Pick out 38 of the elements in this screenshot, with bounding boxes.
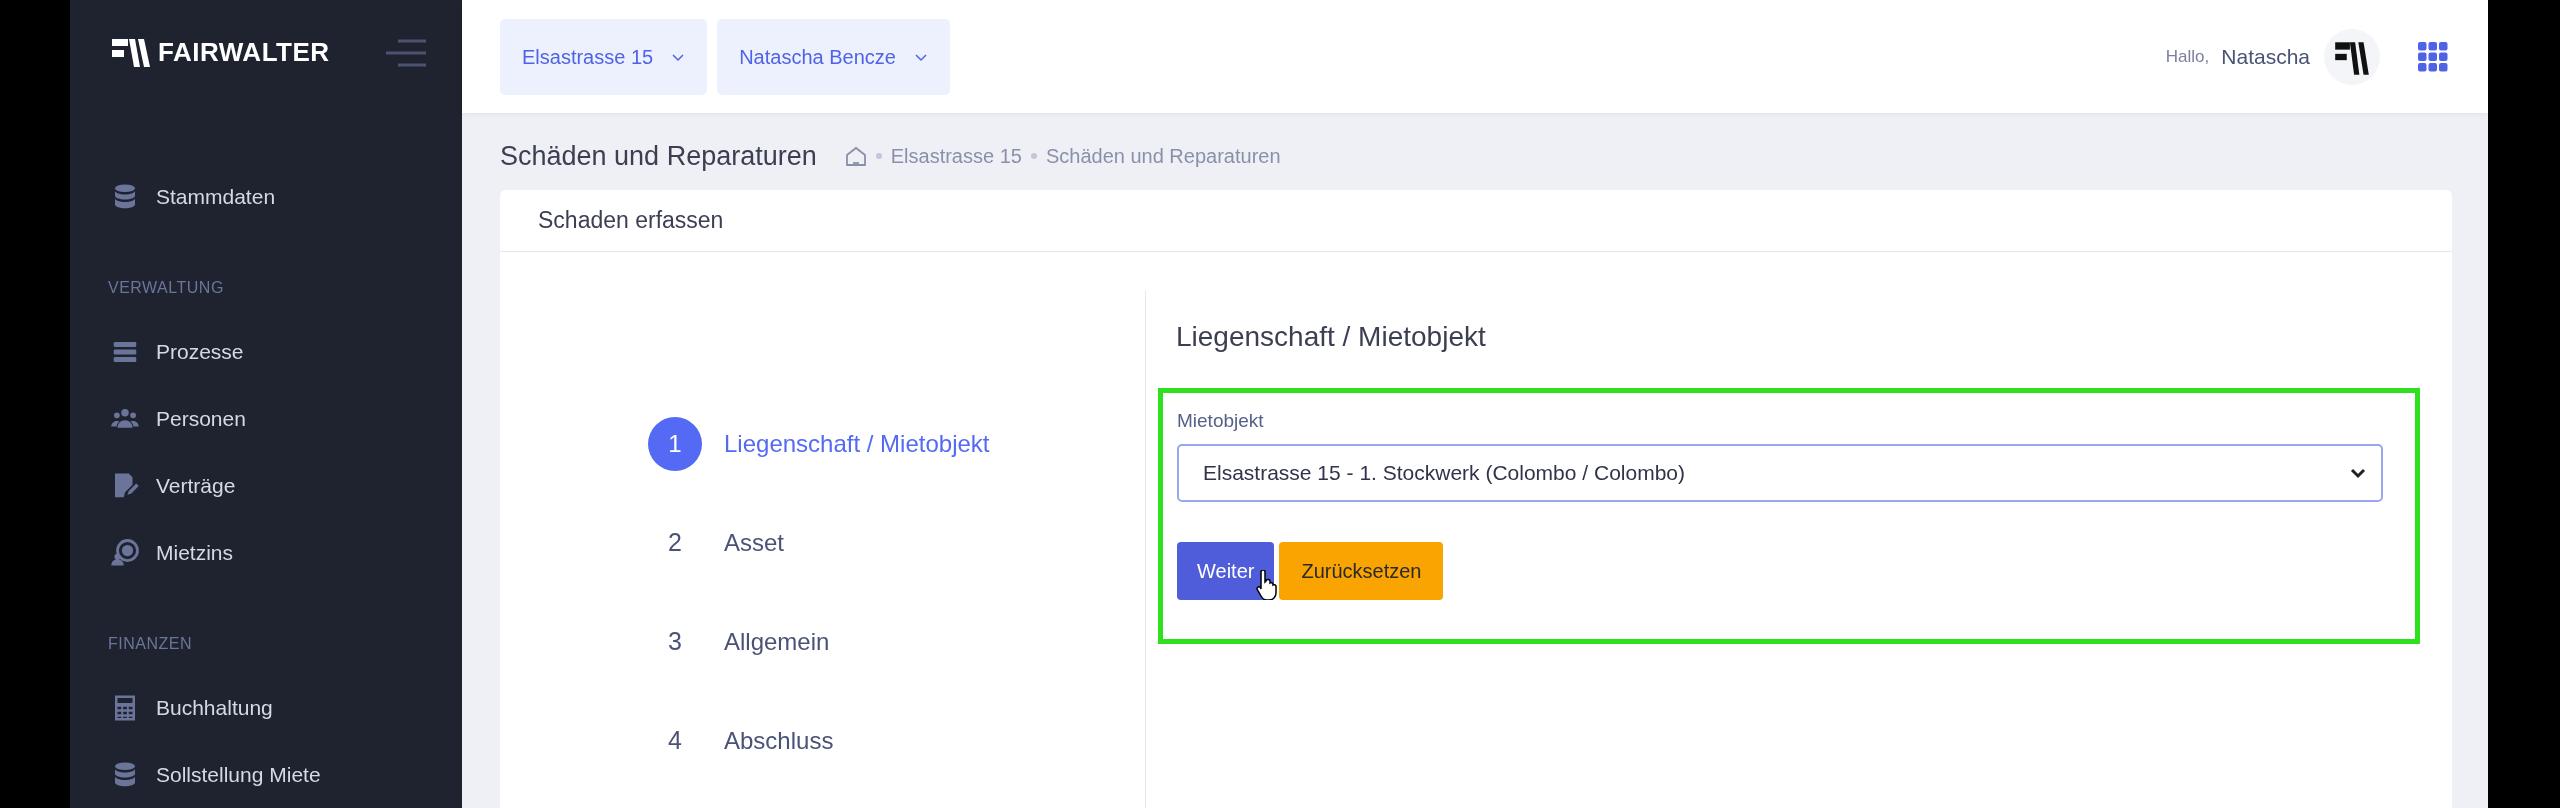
step-number: 2	[667, 526, 683, 558]
step-number: 3	[667, 625, 683, 657]
wizard-step[interactable]: 2 Asset	[648, 493, 1145, 592]
context-dropdown[interactable]: Natascha Bencze	[717, 18, 950, 95]
reset-button[interactable]: Zurücksetzen	[1279, 541, 1444, 600]
step-label: Liegenschaft / Mietobjekt	[724, 428, 990, 459]
sidebar-item[interactable]: Buchhaltung	[70, 674, 462, 741]
wizard-step[interactable]: 3 Allgemein	[648, 592, 1145, 691]
user-name: Natascha	[2221, 43, 2310, 70]
greeting-text: Hallo,	[2165, 45, 2210, 68]
sidebar-item[interactable]: Mietzins	[70, 519, 462, 586]
home-icon[interactable]	[844, 145, 867, 167]
step-label: Allgemein	[724, 626, 830, 657]
sidebar-item[interactable]: Verträge	[70, 452, 462, 519]
step-label: Abschluss	[724, 725, 834, 756]
logo-text: FAIRWALTER	[158, 36, 330, 69]
apps-grid-icon[interactable]	[2418, 41, 2448, 72]
section-heading: FINANZEN	[107, 634, 193, 654]
section-title: Liegenschaft / Mietobjekt	[1175, 320, 1487, 354]
select-field[interactable]: Elsastrasse 15 - 1. Stockwerk (Colombo / Colombo)	[1177, 443, 2383, 502]
hand-cursor-icon	[1255, 569, 1277, 600]
sidebar-item[interactable]: Sollstellung Miete	[70, 741, 462, 808]
step-number: 4	[667, 724, 683, 756]
section-heading: VERWALTUNG	[107, 278, 225, 298]
sidebar-item[interactable]: Personen	[70, 385, 462, 452]
page-title: Schäden und Reparaturen	[500, 139, 817, 173]
step-number: 1	[648, 416, 702, 471]
context-dropdown[interactable]: Elsastrasse 15	[500, 18, 708, 95]
logo-icon	[112, 36, 152, 69]
next-button[interactable]: Weiter	[1177, 541, 1275, 600]
coin-person-icon	[110, 537, 140, 568]
wizard-step[interactable]: 1 Liegenschaft / Mietobjekt	[648, 394, 1145, 493]
field-label: Mietobjekt	[1177, 409, 1265, 433]
step-label: Asset	[724, 527, 785, 558]
card-title: Schaden erfassen	[538, 206, 724, 236]
sidebar-item[interactable]: Prozesse	[70, 318, 462, 385]
wizard-step[interactable]: 4 Abschluss	[648, 691, 1145, 790]
sidebar-item[interactable]: Stammdaten	[70, 163, 462, 230]
